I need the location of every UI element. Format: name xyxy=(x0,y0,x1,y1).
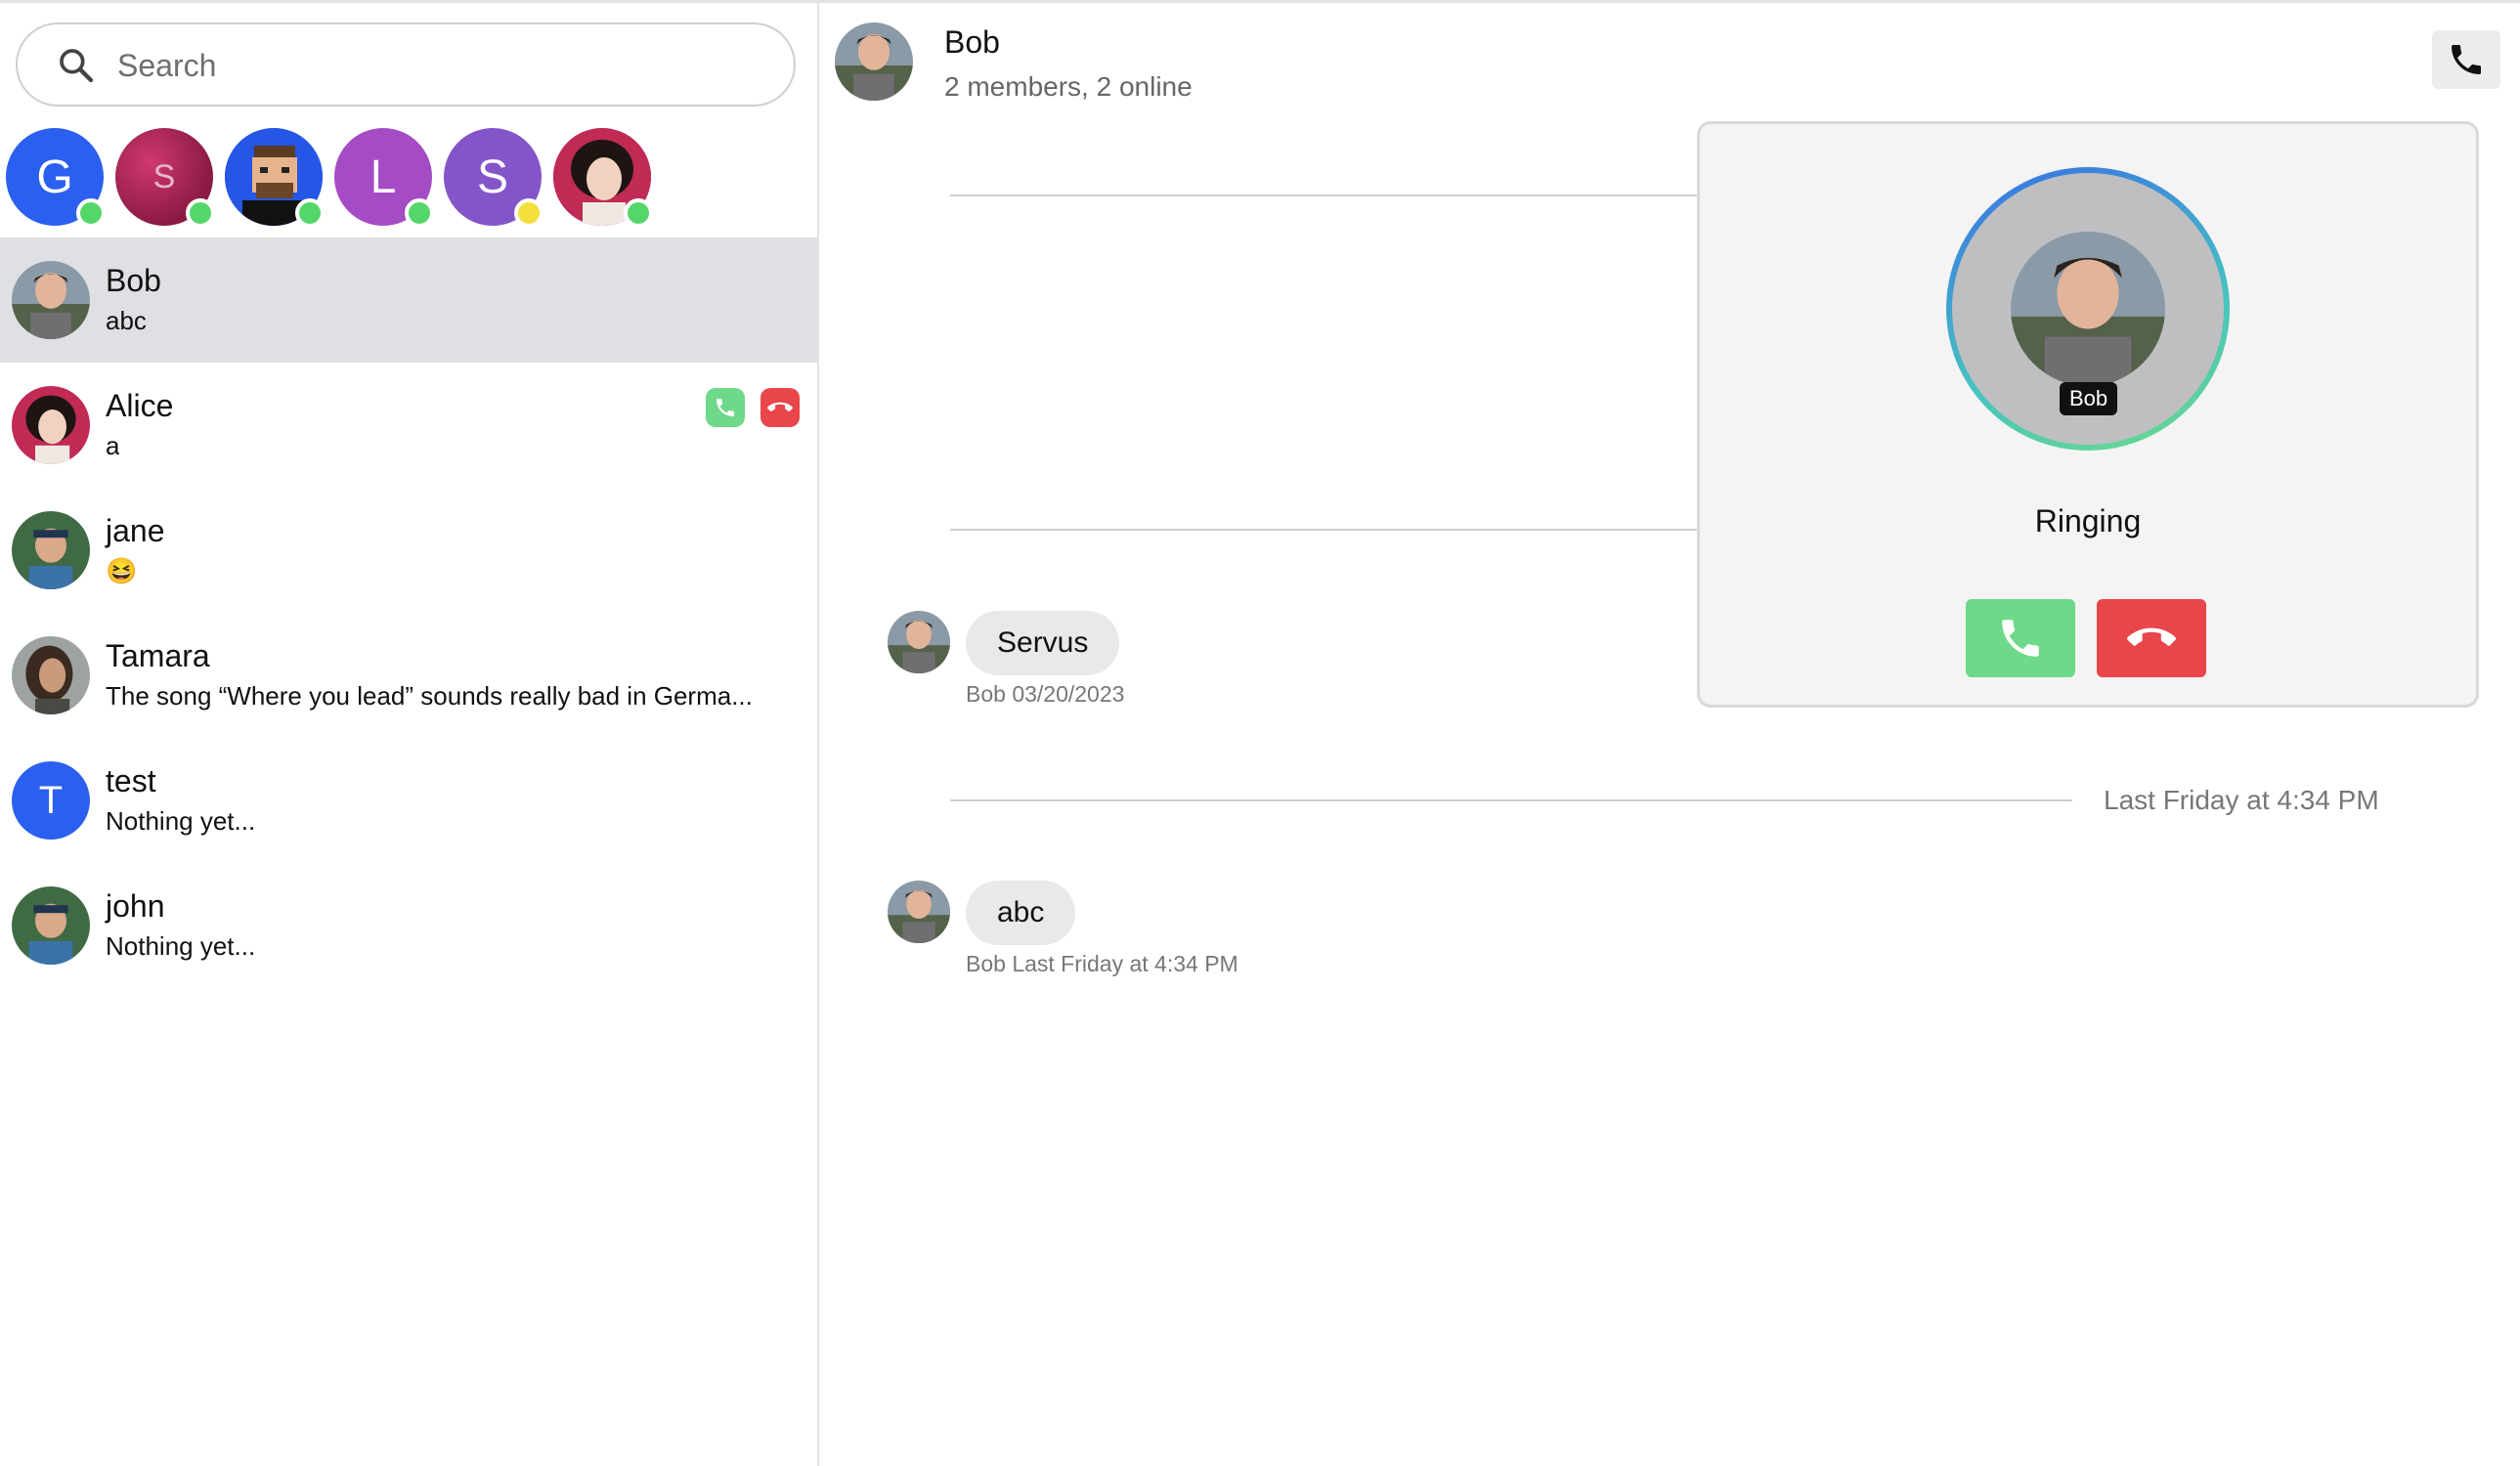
chat-preview: Nothing yet... xyxy=(106,931,256,961)
avatar-initial: T xyxy=(38,778,64,822)
caller-ring: Bob xyxy=(1946,167,2230,451)
phone-icon xyxy=(717,399,734,416)
avatar xyxy=(12,386,90,464)
accept-call-button[interactable] xyxy=(1966,599,2075,677)
phone-icon xyxy=(2452,45,2481,74)
message-meta: Bob 03/20/2023 xyxy=(966,681,1125,707)
avatar xyxy=(12,511,90,589)
online-user-avatar[interactable]: S xyxy=(115,128,215,228)
chat-name: john xyxy=(106,888,165,924)
avatar-initial: S xyxy=(152,157,176,195)
sidebar: G S L xyxy=(0,3,819,1466)
chat-item-alice[interactable]: Alice a xyxy=(0,363,817,488)
online-status-dot xyxy=(295,198,325,228)
avatar-initial: L xyxy=(369,151,397,203)
online-status-dot xyxy=(186,198,215,228)
caller-avatar xyxy=(2011,232,2165,386)
online-status-dot xyxy=(514,198,543,228)
phone-icon xyxy=(2002,620,2039,657)
online-user-avatar[interactable] xyxy=(553,128,653,228)
hangup-icon xyxy=(767,402,793,412)
online-status-dot xyxy=(405,198,434,228)
decline-call-button[interactable] xyxy=(760,388,800,427)
avatar: T xyxy=(12,761,90,840)
chat-item-tamara[interactable]: Tamara The song “Where you lead” sounds … xyxy=(0,613,817,738)
search-box[interactable] xyxy=(16,22,796,107)
online-users-row: G S L S xyxy=(6,128,807,234)
caller-name-tag: Bob xyxy=(2060,382,2118,415)
accept-call-button[interactable] xyxy=(706,388,745,427)
avatar-initial: S xyxy=(476,151,508,203)
header-avatar[interactable] xyxy=(835,22,913,101)
message-meta: Bob Last Friday at 4:34 PM xyxy=(966,951,1238,976)
chat-item-john[interactable]: john Nothing yet... xyxy=(0,863,817,988)
hangup-icon xyxy=(2127,627,2176,646)
chat-preview: Nothing yet... xyxy=(106,806,256,836)
call-status: Ringing xyxy=(2034,503,2142,539)
search-icon xyxy=(60,49,94,83)
chat-list: Bob abc Alice a jane 😆 Tamara The song “… xyxy=(0,237,817,988)
online-user-avatar[interactable]: G xyxy=(6,128,106,228)
message-bubble[interactable]: abc xyxy=(966,881,1076,945)
avatar xyxy=(12,261,90,339)
online-status-dot xyxy=(76,198,106,228)
online-user-avatar[interactable]: S xyxy=(444,128,543,228)
chat-item-jane[interactable]: jane 😆 xyxy=(0,488,817,613)
chat-name: Tamara xyxy=(106,638,210,673)
chat-name: Bob xyxy=(106,263,161,298)
chat-preview: 😆 xyxy=(106,556,138,585)
chat-item-test[interactable]: T test Nothing yet... xyxy=(0,738,817,863)
online-status-dot xyxy=(624,198,653,228)
chat-title: Bob xyxy=(944,24,1000,60)
date-separator-line xyxy=(950,529,1732,531)
chat-name: Alice xyxy=(106,388,174,423)
chat-item-bob[interactable]: Bob abc xyxy=(0,237,817,363)
online-user-avatar[interactable] xyxy=(225,128,325,228)
message-avatar xyxy=(888,881,950,943)
incoming-call-popup: Bob Ringing xyxy=(1697,121,2479,708)
chat-subtitle: 2 members, 2 online xyxy=(944,71,1193,102)
chat-name: jane xyxy=(106,513,165,548)
avatar xyxy=(12,636,90,714)
start-call-button[interactable] xyxy=(2432,30,2500,89)
decline-call-button[interactable] xyxy=(2097,599,2206,677)
chat-preview: a xyxy=(106,431,120,460)
chat-preview: The song “Where you lead” sounds really … xyxy=(106,681,753,711)
search-input[interactable] xyxy=(115,42,764,89)
avatar-initial: G xyxy=(36,151,73,203)
chat-name: test xyxy=(106,763,156,798)
date-separator-label: Last Friday at 4:34 PM xyxy=(2104,785,2379,815)
message-bubble[interactable]: Servus xyxy=(966,611,1120,675)
date-separator-line xyxy=(950,799,2072,801)
avatar xyxy=(12,886,90,965)
message-avatar xyxy=(888,611,950,673)
online-user-avatar[interactable]: L xyxy=(334,128,434,228)
chat-preview: abc xyxy=(106,306,147,335)
date-separator-line xyxy=(950,194,1732,196)
